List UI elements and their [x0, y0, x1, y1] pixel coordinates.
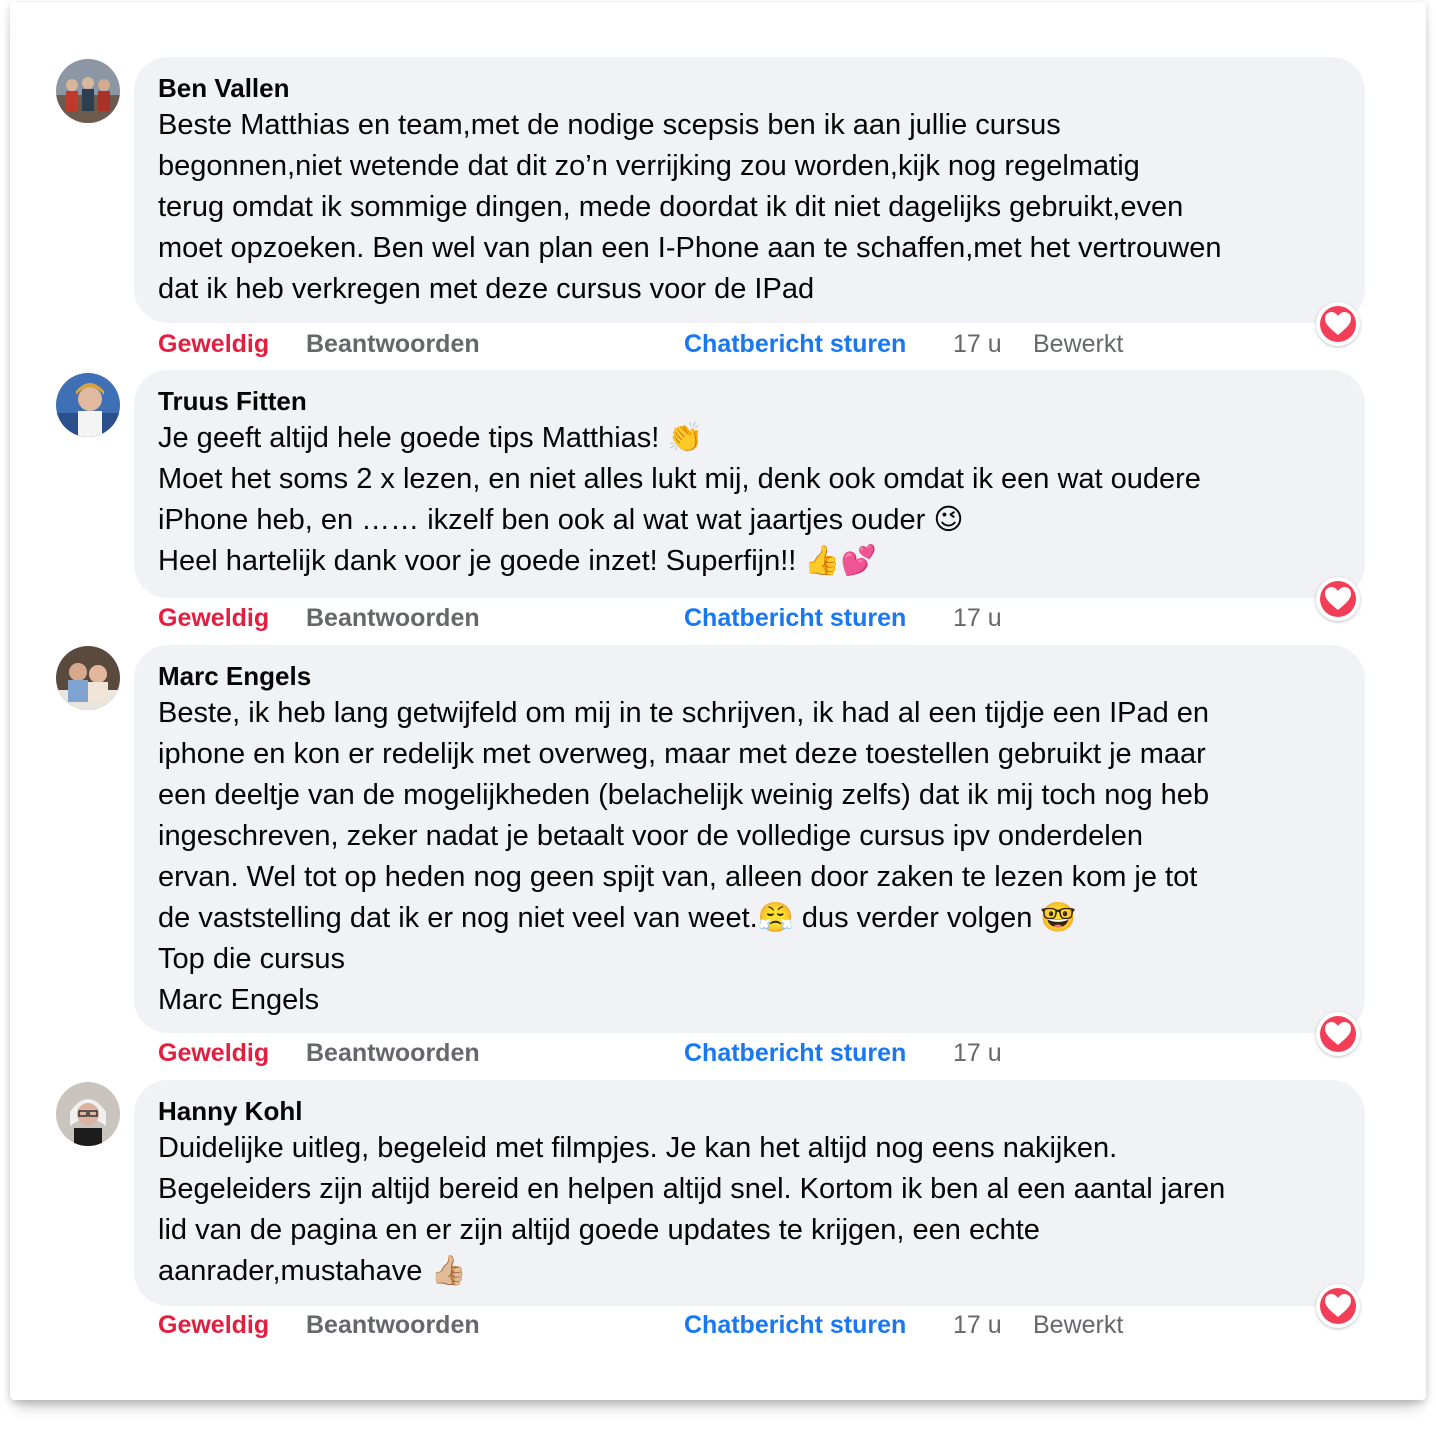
edited-label[interactable]: Bewerkt — [1033, 1308, 1123, 1342]
comment-actions: Geweldig Beantwoorden Chatbericht sturen… — [158, 327, 1258, 361]
comment-line: ingeschreven, zeker nadat je betaalt voo… — [158, 820, 1144, 852]
comment-line: de vaststelling dat ik er nog niet veel … — [158, 902, 1077, 934]
comment-bubble: Hanny Kohl Duidelijke uitleg, begeleid m… — [134, 1080, 1365, 1306]
comment-line: aanrader,mustahave 👍🏼 — [158, 1255, 467, 1287]
send-message-button[interactable]: Chatbericht sturen — [684, 327, 906, 361]
reply-button[interactable]: Beantwoorden — [306, 1036, 480, 1070]
heart-icon[interactable] — [1316, 302, 1360, 346]
comment-line: Beste Matthias en team,met de nodige sce… — [158, 109, 1061, 141]
avatar[interactable] — [56, 373, 120, 437]
comment-line: Je geeft altijd hele goede tips Matthias… — [158, 422, 704, 454]
comment-line: Top die cursus — [158, 943, 345, 975]
comment-line: Moet het soms 2 x lezen, en niet alles l… — [158, 463, 1201, 495]
comment-author[interactable]: Truus Fitten — [158, 384, 1341, 418]
reply-button[interactable]: Beantwoorden — [306, 327, 480, 361]
comment-line: terug omdat ik sommige dingen, mede door… — [158, 191, 1184, 223]
comment-line: Marc Engels — [158, 984, 320, 1016]
edited-label[interactable]: Bewerkt — [1033, 327, 1123, 361]
comment-text: Duidelijke uitleg, begeleid met filmpjes… — [158, 1128, 1341, 1292]
avatar[interactable] — [56, 646, 120, 710]
comment-actions: Geweldig Beantwoorden Chatbericht sturen… — [158, 601, 1258, 635]
comment-actions: Geweldig Beantwoorden Chatbericht sturen… — [158, 1036, 1258, 1070]
comment-text: Beste, ik heb lang getwijfeld om mij in … — [158, 693, 1341, 1021]
comment-line: begonnen,niet wetende dat dit zo’n verri… — [158, 150, 1140, 182]
love-reaction-button[interactable]: Geweldig — [158, 601, 269, 635]
timestamp[interactable]: 17 u — [953, 1036, 1002, 1070]
send-message-button[interactable]: Chatbericht sturen — [684, 1308, 906, 1342]
avatar[interactable] — [56, 1082, 120, 1146]
timestamp[interactable]: 17 u — [953, 1308, 1002, 1342]
love-reaction-button[interactable]: Geweldig — [158, 1308, 269, 1342]
comment-author[interactable]: Marc Engels — [158, 659, 1341, 693]
comment-bubble: Ben Vallen Beste Matthias en team,met de… — [134, 57, 1365, 323]
comment-line: Begeleiders zijn altijd bereid en helpen… — [158, 1173, 1226, 1205]
heart-icon[interactable] — [1316, 1012, 1360, 1056]
comment-line: een deeltje van de mogelijkheden (belach… — [158, 779, 1210, 811]
comment-text: Je geeft altijd hele goede tips Matthias… — [158, 418, 1341, 582]
comment-bubble: Marc Engels Beste, ik heb lang getwijfel… — [134, 645, 1365, 1033]
send-message-button[interactable]: Chatbericht sturen — [684, 1036, 906, 1070]
heart-icon[interactable] — [1316, 577, 1360, 621]
heart-icon[interactable] — [1316, 1284, 1360, 1328]
comment-line: Duidelijke uitleg, begeleid met filmpjes… — [158, 1132, 1118, 1164]
comment-actions: Geweldig Beantwoorden Chatbericht sturen… — [158, 1308, 1258, 1342]
comment-line: lid van de pagina en er zijn altijd goed… — [158, 1214, 1040, 1246]
reply-button[interactable]: Beantwoorden — [306, 601, 480, 635]
timestamp[interactable]: 17 u — [953, 327, 1002, 361]
comment-line: dat ik heb verkregen met deze cursus voo… — [158, 273, 815, 305]
comment-line: iPhone heb, en …… ikzelf ben ook al wat … — [158, 504, 964, 536]
comment-author[interactable]: Ben Vallen — [158, 71, 1341, 105]
comment-bubble: Truus Fitten Je geeft altijd hele goede … — [134, 370, 1365, 598]
comment-author[interactable]: Hanny Kohl — [158, 1094, 1341, 1128]
comment-text: Beste Matthias en team,met de nodige sce… — [158, 105, 1341, 310]
love-reaction-button[interactable]: Geweldig — [158, 327, 269, 361]
avatar[interactable] — [56, 59, 120, 123]
comment-line: Heel hartelijk dank voor je goede inzet!… — [158, 545, 877, 577]
comment-line: ervan. Wel tot op heden nog geen spijt v… — [158, 861, 1198, 893]
love-reaction-button[interactable]: Geweldig — [158, 1036, 269, 1070]
comment-line: moet opzoeken. Ben wel van plan een I-Ph… — [158, 232, 1222, 264]
reply-button[interactable]: Beantwoorden — [306, 1308, 480, 1342]
timestamp[interactable]: 17 u — [953, 601, 1002, 635]
comment-line: Beste, ik heb lang getwijfeld om mij in … — [158, 697, 1210, 729]
comment-line: iphone en kon er redelijk met overweg, m… — [158, 738, 1206, 770]
send-message-button[interactable]: Chatbericht sturen — [684, 601, 906, 635]
